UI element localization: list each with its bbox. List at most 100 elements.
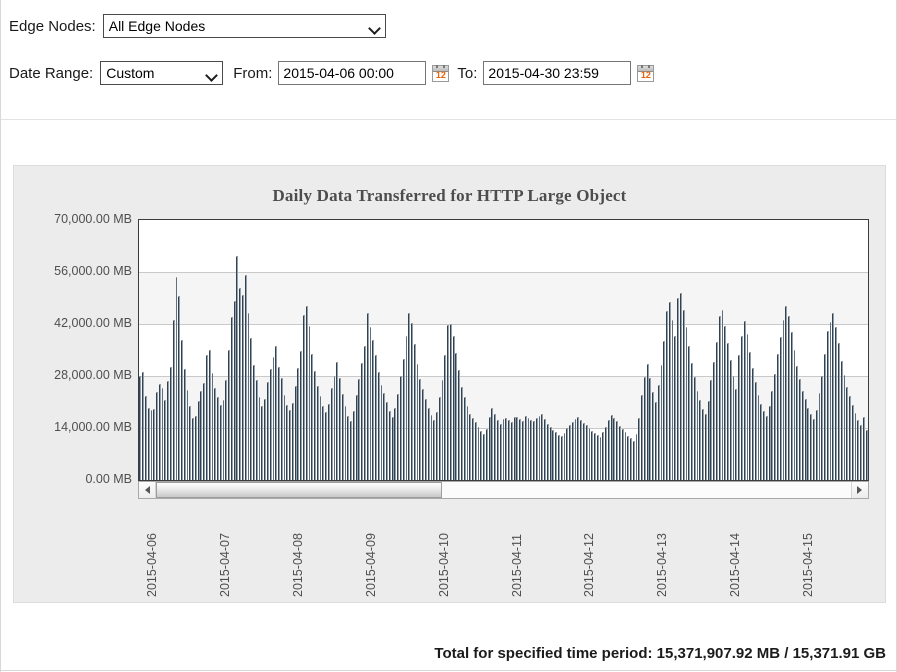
bar bbox=[411, 322, 413, 480]
bar bbox=[217, 397, 219, 480]
bar bbox=[682, 309, 685, 480]
bar bbox=[652, 391, 655, 480]
bar bbox=[776, 354, 779, 480]
bar bbox=[167, 380, 170, 480]
bar bbox=[264, 398, 267, 480]
bar bbox=[139, 376, 142, 480]
chart-horizontal-scrollbar[interactable] bbox=[138, 481, 869, 499]
x-axis: 2015-04-06 2015-04-07 2015-04-08 2015-04-09… bbox=[138, 509, 869, 599]
bar bbox=[156, 392, 158, 480]
bar bbox=[244, 275, 247, 480]
bar bbox=[610, 415, 613, 480]
bar bbox=[505, 417, 508, 480]
edge-nodes-select[interactable]: All Edge Nodes bbox=[102, 14, 386, 38]
bar bbox=[427, 407, 430, 480]
bar bbox=[169, 366, 172, 480]
bar bbox=[790, 332, 793, 480]
bar bbox=[388, 410, 391, 480]
bar bbox=[513, 417, 516, 480]
bar bbox=[222, 400, 225, 480]
bar bbox=[707, 400, 710, 480]
bar bbox=[469, 413, 472, 480]
edge-nodes-select-wrap: All Edge Nodes bbox=[102, 14, 386, 38]
bar bbox=[314, 370, 316, 480]
bar bbox=[577, 417, 580, 480]
bar bbox=[225, 380, 228, 480]
bar bbox=[311, 354, 314, 480]
bar bbox=[574, 419, 577, 480]
bar bbox=[760, 403, 763, 480]
bar bbox=[740, 335, 743, 480]
bar bbox=[461, 386, 463, 480]
bar bbox=[704, 413, 707, 480]
bar bbox=[674, 336, 677, 480]
bar bbox=[153, 408, 156, 480]
bar bbox=[205, 355, 208, 480]
bar bbox=[685, 327, 688, 480]
chart-panel: Daily Data Transferred for HTTP Large Ob… bbox=[13, 165, 886, 603]
bar bbox=[655, 401, 657, 480]
bar-series bbox=[139, 220, 868, 480]
bar bbox=[192, 417, 194, 480]
date-range-label: Date Range: bbox=[9, 64, 94, 82]
bar bbox=[799, 378, 801, 480]
calendar-day-number: 12 bbox=[640, 69, 651, 80]
bar bbox=[203, 382, 206, 480]
to-date-input[interactable] bbox=[483, 61, 632, 85]
scrollbar-thumb[interactable] bbox=[156, 482, 443, 498]
bar bbox=[413, 343, 416, 480]
bar bbox=[499, 423, 502, 480]
bar bbox=[555, 432, 558, 480]
bar bbox=[569, 425, 571, 480]
y-axis-tick-label: 70,000.00 MB bbox=[54, 212, 132, 226]
bar bbox=[710, 380, 713, 480]
scrollbar-track[interactable] bbox=[156, 482, 851, 498]
bar bbox=[358, 378, 361, 480]
bar bbox=[380, 384, 383, 480]
bar bbox=[197, 400, 200, 480]
bar bbox=[330, 387, 333, 480]
bar bbox=[668, 302, 671, 480]
bar bbox=[424, 399, 427, 480]
from-date-input[interactable] bbox=[278, 61, 427, 85]
triangle-right-icon[interactable] bbox=[851, 482, 868, 498]
bar bbox=[752, 368, 754, 480]
from-calendar-icon[interactable]: 12 bbox=[432, 64, 450, 82]
bar bbox=[466, 406, 469, 480]
date-range-select[interactable]: Custom bbox=[100, 61, 224, 85]
bar bbox=[829, 321, 832, 480]
bar bbox=[754, 381, 757, 480]
y-axis-tick-label: 42,000.00 MB bbox=[54, 316, 132, 330]
y-axis-tick-label: 0.00 MB bbox=[85, 472, 132, 486]
bar bbox=[535, 417, 538, 480]
to-calendar-icon[interactable]: 12 bbox=[637, 64, 655, 82]
bar bbox=[145, 396, 147, 480]
bar bbox=[585, 425, 588, 480]
bar bbox=[657, 384, 660, 480]
bar bbox=[161, 387, 164, 480]
bar bbox=[147, 407, 150, 480]
bar bbox=[702, 408, 704, 480]
bar bbox=[211, 372, 214, 480]
bar bbox=[718, 316, 721, 480]
y-axis-tick-label: 14,000.00 MB bbox=[54, 420, 132, 434]
bar bbox=[671, 319, 674, 480]
bar bbox=[305, 305, 308, 480]
x-axis-tick-label: 2015-04-10 bbox=[437, 533, 451, 597]
bar bbox=[538, 416, 541, 480]
bar bbox=[436, 412, 438, 480]
bar bbox=[325, 412, 327, 480]
bar bbox=[283, 394, 286, 480]
bar bbox=[239, 288, 242, 480]
bar bbox=[677, 298, 680, 480]
bar bbox=[485, 428, 488, 480]
bar bbox=[721, 309, 724, 480]
bar bbox=[463, 397, 466, 480]
bar bbox=[630, 438, 632, 480]
bar bbox=[336, 361, 339, 480]
bar bbox=[344, 406, 347, 480]
bar bbox=[291, 403, 294, 480]
triangle-left-icon[interactable] bbox=[139, 482, 156, 498]
bar bbox=[422, 388, 425, 480]
bar bbox=[835, 326, 838, 480]
